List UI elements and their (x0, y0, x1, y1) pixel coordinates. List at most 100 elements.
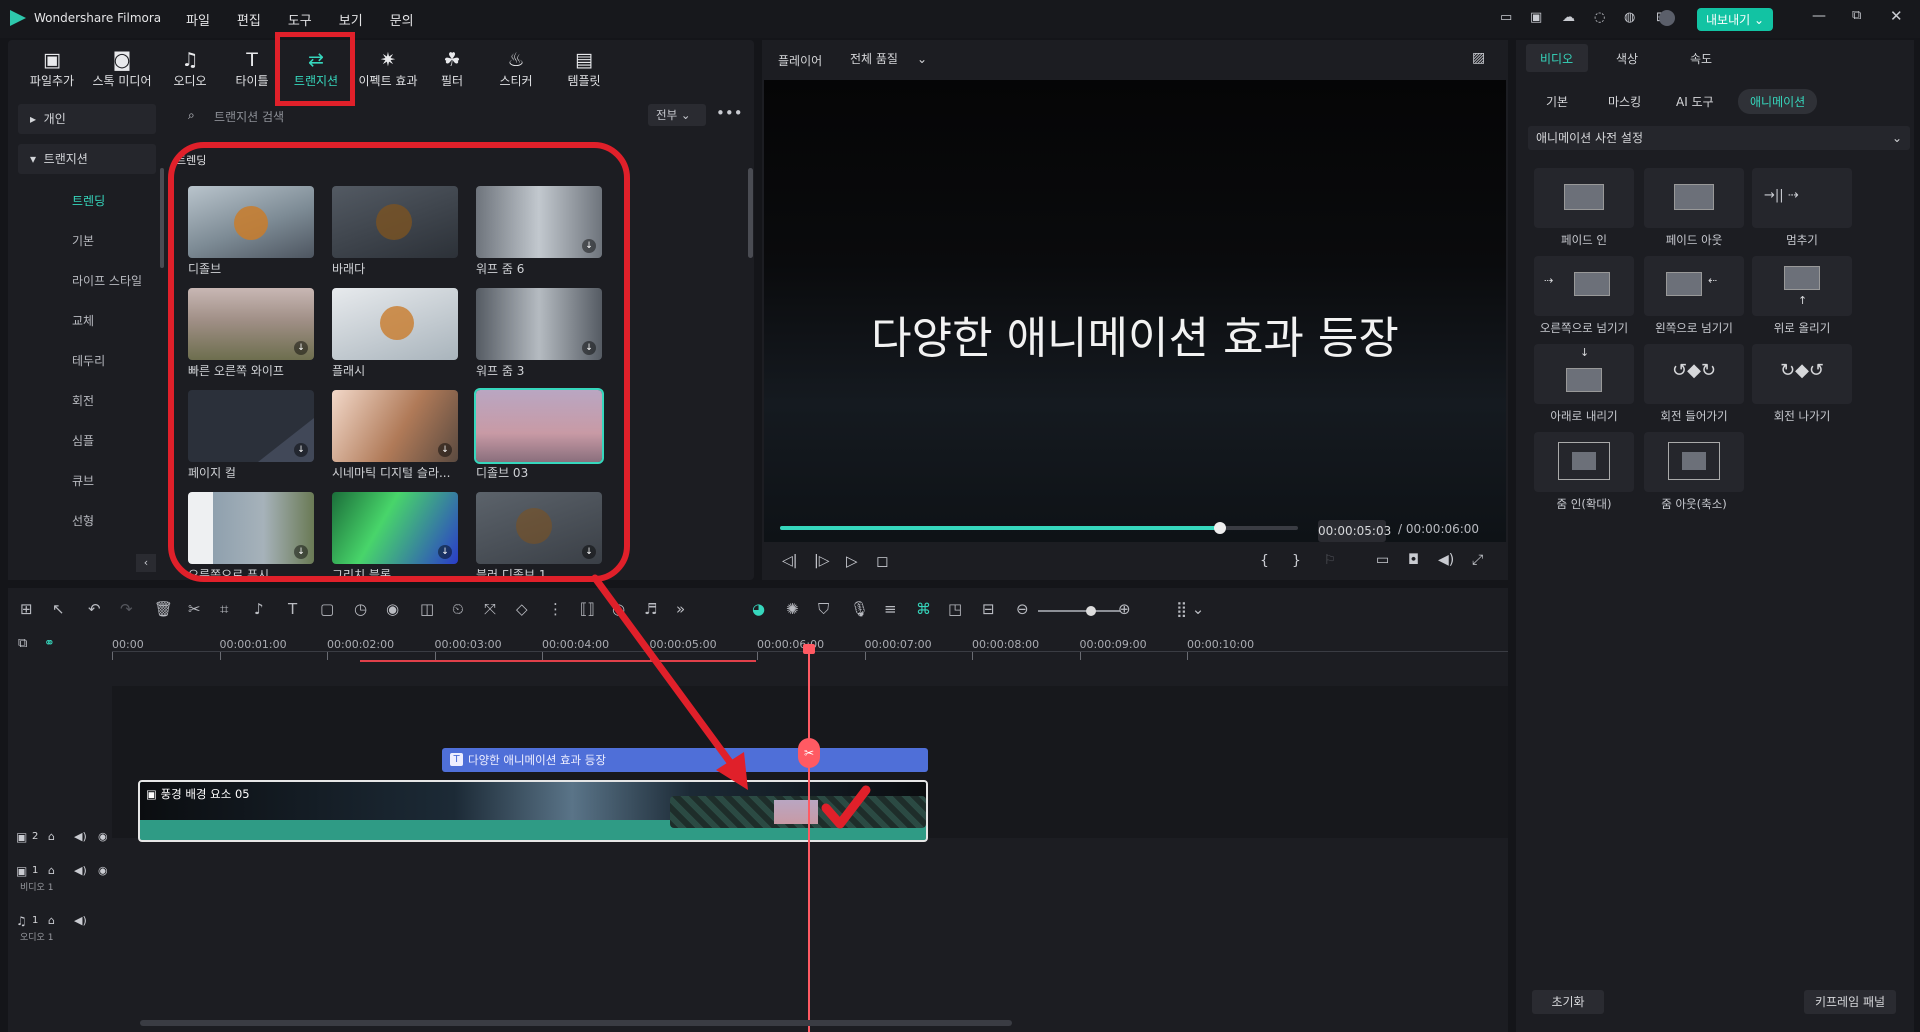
record-icon[interactable]: ◎ (612, 600, 625, 618)
add-track-icon[interactable]: ⧉ (18, 636, 27, 651)
headset-icon[interactable]: ◍ (1624, 10, 1635, 25)
undo-icon[interactable]: ↶ (88, 600, 101, 618)
bulb-icon[interactable]: ◌ (1594, 10, 1605, 25)
lock-icon[interactable]: ⌂ (48, 830, 55, 843)
preset-slide-up[interactable]: ↑ (1752, 256, 1852, 316)
reset-button[interactable]: 초기화 (1532, 990, 1604, 1014)
tab-speed[interactable]: 속도 (1690, 50, 1712, 67)
lock-icon[interactable]: ⌂ (48, 914, 55, 927)
preset-stop[interactable]: →|| ⇢ (1752, 168, 1852, 228)
tab-stickers[interactable]: ♨ 스티커 (480, 48, 552, 89)
preset-fade-in[interactable] (1534, 168, 1634, 228)
quality-dropdown[interactable]: 전체 품질 ⌄ (850, 50, 960, 67)
menu-edit[interactable]: 편집 (237, 10, 261, 29)
keyframe-icon[interactable]: ◇ (516, 600, 528, 618)
timeline-h-scrollbar[interactable] (140, 1020, 1012, 1026)
animation-preset-dropdown[interactable]: 애니메이션 사전 설정 ⌄ (1528, 126, 1910, 150)
title-clip[interactable]: T 다양한 애니메이션 효과 등장 (442, 748, 928, 772)
prev-frame-icon[interactable]: ◁| (782, 553, 797, 569)
save-icon[interactable]: ▣ (1530, 10, 1542, 25)
category-linear[interactable]: 선형 (16, 512, 154, 529)
category-rotate[interactable]: 회전 (16, 392, 154, 409)
cloud-icon[interactable]: ☁ (1562, 10, 1575, 25)
text-icon[interactable]: T (288, 600, 297, 618)
microphone-icon[interactable]: 🎙 (850, 600, 869, 618)
ai-mate-icon[interactable]: ◕ (752, 600, 765, 618)
visibility-eye-icon[interactable]: ◉ (98, 830, 108, 843)
crop-icon[interactable]: ⌗ (220, 600, 228, 618)
category-personal[interactable]: ▸ 개인 (18, 104, 156, 134)
split-scissors-icon[interactable]: ✂ (188, 600, 201, 618)
collapse-sidebar-icon[interactable]: ‹ (136, 554, 156, 572)
restore-icon[interactable]: ⧉ (1852, 8, 1861, 23)
layout-grid-icon[interactable]: ⊞ (20, 600, 33, 618)
shield-icon[interactable]: ⛉ (818, 600, 829, 618)
more-options-icon[interactable]: ••• (716, 104, 743, 122)
minimize-icon[interactable]: — (1812, 8, 1826, 24)
audio-stretch-icon[interactable]: ♬ (644, 600, 657, 618)
export-button[interactable]: 내보내기 ⌄ (1697, 8, 1774, 31)
tab-import[interactable]: ▣ 파일추가 (16, 48, 88, 89)
menu-view[interactable]: 보기 (339, 10, 363, 29)
playhead-handle[interactable] (803, 644, 815, 654)
display-icon[interactable]: ▭ (1376, 552, 1389, 568)
mute-icon[interactable]: ◀) (74, 914, 87, 927)
grid-scrollbar[interactable] (748, 168, 753, 258)
timer-icon[interactable]: ⏲ (452, 600, 464, 618)
preset-slide-down[interactable]: ↓ (1534, 344, 1634, 404)
menu-tools[interactable]: 도구 (288, 10, 312, 29)
preset-rotate-in[interactable]: ↺◆↻ (1644, 344, 1744, 404)
avatar[interactable] (1659, 10, 1675, 26)
stop-icon[interactable]: ◻ (876, 552, 888, 570)
tab-filters[interactable]: ☘ 필터 (416, 48, 488, 89)
close-icon[interactable]: ✕ (1890, 7, 1903, 25)
tab-effects[interactable]: ✷ 이펙트 효과 (352, 48, 424, 89)
category-replace[interactable]: 교체 (16, 312, 154, 329)
pip-icon[interactable]: ◳ (948, 600, 962, 618)
layout-icon[interactable]: ▭ (1500, 10, 1512, 25)
preset-zoom-in[interactable] (1534, 432, 1634, 492)
zoom-out-icon[interactable]: ⊖ (1016, 600, 1029, 618)
preset-zoom-out[interactable] (1644, 432, 1744, 492)
zoom-slider[interactable] (1038, 606, 1120, 616)
lock-icon[interactable]: ⌂ (48, 864, 55, 877)
color-palette-icon[interactable]: ◉ (386, 600, 399, 618)
more-tools-icon[interactable]: » (676, 600, 685, 618)
voiceover-icon[interactable]: ≡ (884, 600, 897, 618)
tab-video[interactable]: 비디오 (1540, 50, 1573, 67)
preset-rotate-out[interactable]: ↻◆↺ (1752, 344, 1852, 404)
subtab-masking[interactable]: 마스킹 (1608, 93, 1641, 110)
render-icon[interactable]: ✺ (786, 600, 799, 618)
tab-templates[interactable]: ▤ 템플릿 (548, 48, 620, 89)
mute-icon[interactable]: ◀) (74, 864, 87, 877)
category-border[interactable]: 테두리 (16, 352, 154, 369)
tab-stock-media[interactable]: ◙ 스톡 미디어 (86, 48, 158, 89)
menu-file[interactable]: 파일 (186, 10, 210, 29)
mute-icon[interactable]: ◀) (74, 830, 87, 843)
shape-icon[interactable]: ▢ (320, 600, 334, 618)
preset-slide-right[interactable]: ⇢ (1534, 256, 1634, 316)
category-simple[interactable]: 심플 (16, 432, 154, 449)
adjust-icon[interactable]: ⋮ (548, 600, 563, 618)
filter-dropdown[interactable]: 전부 ⌄ (648, 104, 706, 126)
freeze-icon[interactable]: ⟦⟧ (580, 600, 595, 618)
marker-icon[interactable]: ⚐ (1324, 553, 1336, 568)
transition-on-clip[interactable] (670, 796, 926, 828)
tab-color[interactable]: 색상 (1616, 50, 1638, 67)
split-marker[interactable]: ✂ (798, 738, 820, 768)
fit-icon[interactable]: ⤧ (484, 600, 496, 618)
category-trending[interactable]: 트렌딩 (16, 192, 154, 209)
audio-detach-icon[interactable]: ♪ (254, 600, 264, 618)
mark-in-icon[interactable]: { (1260, 553, 1269, 569)
mix-icon[interactable]: ⊟ (982, 600, 995, 618)
play-icon[interactable]: ▷ (846, 552, 858, 570)
menu-help[interactable]: 문의 (390, 10, 414, 29)
sidebar-scrollbar[interactable] (160, 168, 164, 268)
subtab-animation[interactable]: 애니메이션 (1738, 89, 1818, 114)
delete-icon[interactable]: 🗑 (154, 600, 173, 618)
camera-icon[interactable]: ◘ (1408, 552, 1419, 568)
category-transitions[interactable]: ▾ 트랜지션 (18, 144, 156, 174)
playback-progress-bar[interactable] (780, 522, 1298, 534)
category-lifestyle[interactable]: 라이프 스타일 (16, 272, 154, 289)
volume-icon[interactable]: ◀) (1438, 552, 1454, 568)
